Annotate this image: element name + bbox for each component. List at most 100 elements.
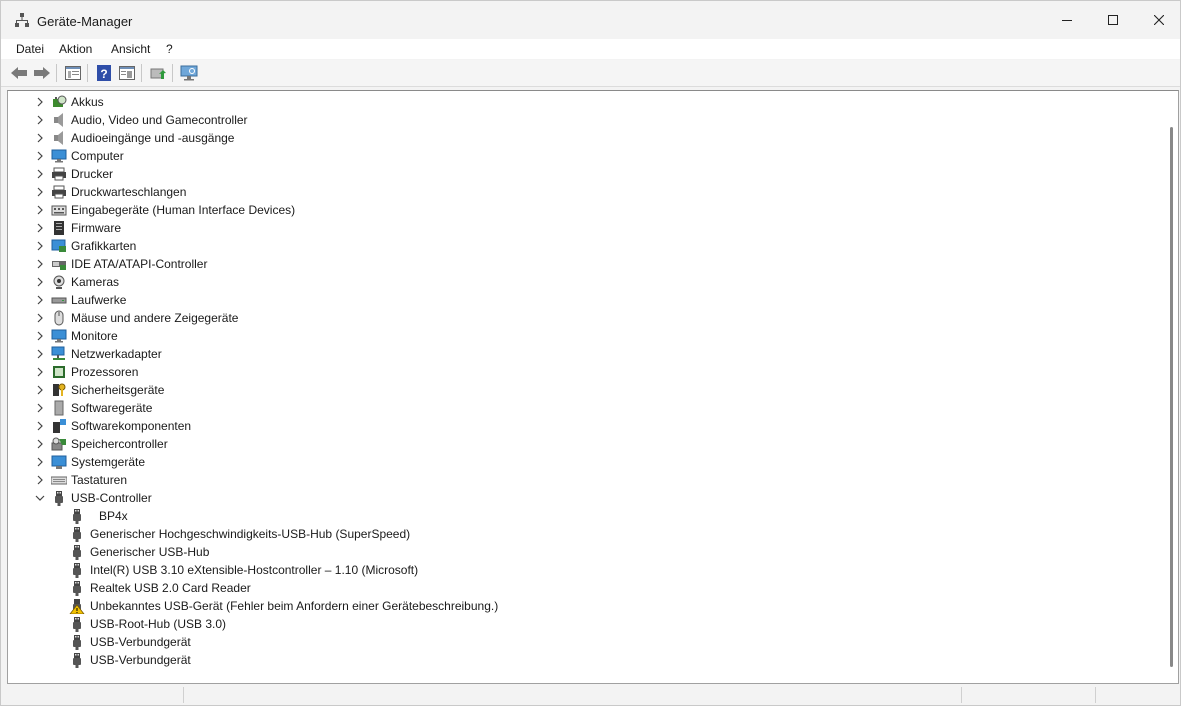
tree-category-label: Eingabegeräte (Human Interface Devices) xyxy=(71,203,296,217)
tree-device-row[interactable]: USB-Verbundgerät xyxy=(8,651,1163,669)
tree-category-label: Laufwerke xyxy=(71,293,127,307)
update-driver-icon xyxy=(150,68,166,79)
chevron-right-icon[interactable] xyxy=(33,417,47,435)
tree-device-label: BP4x xyxy=(99,509,128,523)
minimize-button[interactable] xyxy=(1044,1,1090,39)
help-button[interactable]: ? xyxy=(94,63,114,83)
device-tree[interactable]: Akkus Audio, Video und Gamecontroller Audi… xyxy=(8,93,1163,669)
menu-datei[interactable]: Datei xyxy=(16,42,44,56)
chevron-right-icon[interactable] xyxy=(33,219,47,237)
tree-device-label: Generischer USB-Hub xyxy=(90,545,210,559)
tree-device-label: Generischer Hochgeschwindigkeits-USB-Hub… xyxy=(90,527,411,541)
tree-category-row[interactable]: Audio, Video und Gamecontroller xyxy=(8,111,1163,129)
tree-category-row[interactable]: Audioeingänge und -ausgänge xyxy=(8,129,1163,147)
usb-icon xyxy=(73,563,81,578)
status-separator xyxy=(1095,687,1096,703)
tree-category-row[interactable]: Softwaregeräte xyxy=(8,399,1163,417)
chevron-right-icon[interactable] xyxy=(33,453,47,471)
chevron-right-icon[interactable] xyxy=(33,435,47,453)
drive-icon xyxy=(51,297,67,304)
tree-category-row[interactable]: Speichercontroller xyxy=(8,435,1163,453)
chevron-down-icon[interactable] xyxy=(33,489,47,507)
chevron-right-icon[interactable] xyxy=(33,111,47,129)
properties-view-button[interactable] xyxy=(63,63,83,83)
update-driver-button[interactable] xyxy=(148,63,168,83)
tree-category-row[interactable]: Computer xyxy=(8,147,1163,165)
chevron-right-icon[interactable] xyxy=(33,363,47,381)
tree-category-row[interactable]: Systemgeräte xyxy=(8,453,1163,471)
speaker-icon xyxy=(54,131,63,145)
tree-device-row[interactable]: USB-Verbundgerät xyxy=(8,633,1163,651)
forward-button[interactable] xyxy=(32,63,52,83)
tree-device-row[interactable]: Intel(R) USB 3.10 eXtensible-Hostcontrol… xyxy=(8,561,1163,579)
tree-category-row[interactable]: Grafikkarten xyxy=(8,237,1163,255)
tree-category-row[interactable]: Sicherheitsgeräte xyxy=(8,381,1163,399)
tree-category-row[interactable]: USB-Controller xyxy=(8,489,1163,507)
chevron-right-icon[interactable] xyxy=(33,291,47,309)
tree-device-row[interactable]: BP4x xyxy=(8,507,1163,525)
tree-category-label: Softwarekomponenten xyxy=(71,419,192,433)
chevron-right-icon[interactable] xyxy=(33,237,47,255)
speaker-icon xyxy=(54,113,63,127)
tree-category-label: Kameras xyxy=(71,275,120,289)
tree-category-row[interactable]: Drucker xyxy=(8,165,1163,183)
scrollbar-thumb[interactable] xyxy=(1170,127,1173,667)
tree-category-row[interactable]: Kameras xyxy=(8,273,1163,291)
tree-device-label: Unbekanntes USB-Gerät (Fehler beim Anfor… xyxy=(90,599,499,613)
maximize-button[interactable] xyxy=(1090,1,1136,39)
back-button[interactable] xyxy=(9,63,29,83)
tree-category-row[interactable]: Softwarekomponenten xyxy=(8,417,1163,435)
keyboard-icon xyxy=(51,476,67,485)
tree-category-row[interactable]: Druckwarteschlangen xyxy=(8,183,1163,201)
toolbar: ? xyxy=(1,60,1180,87)
tree-category-row[interactable]: Netzwerkadapter xyxy=(8,345,1163,363)
chevron-right-icon[interactable] xyxy=(33,471,47,489)
tree-category-row[interactable]: Monitore xyxy=(8,327,1163,345)
tree-device-row[interactable]: Realtek USB 2.0 Card Reader xyxy=(8,579,1163,597)
chevron-right-icon[interactable] xyxy=(33,183,47,201)
tree-category-row[interactable]: Mäuse und andere Zeigegeräte xyxy=(8,309,1163,327)
tree-device-row[interactable]: USB-Root-Hub (USB 3.0) xyxy=(8,615,1163,633)
device-tree-panel[interactable]: Akkus Audio, Video und Gamecontroller Audi… xyxy=(7,90,1179,684)
chevron-right-icon[interactable] xyxy=(33,93,47,111)
chevron-right-icon[interactable] xyxy=(33,147,47,165)
chevron-right-icon[interactable] xyxy=(33,165,47,183)
tree-device-row[interactable]: Unbekanntes USB-Gerät (Fehler beim Anfor… xyxy=(8,597,1163,615)
chevron-right-icon[interactable] xyxy=(33,309,47,327)
menu-aktion[interactable]: Aktion xyxy=(59,42,92,56)
chevron-right-icon[interactable] xyxy=(33,129,47,147)
tree-category-row[interactable]: IDE ATA/ATAPI-Controller xyxy=(8,255,1163,273)
tree-category-row[interactable]: Prozessoren xyxy=(8,363,1163,381)
chevron-right-icon[interactable] xyxy=(33,273,47,291)
chevron-right-icon[interactable] xyxy=(33,255,47,273)
chevron-right-icon[interactable] xyxy=(33,399,47,417)
chevron-right-icon[interactable] xyxy=(33,201,47,219)
tree-category-row[interactable]: Eingabegeräte (Human Interface Devices) xyxy=(8,201,1163,219)
tree-category-row[interactable]: Laufwerke xyxy=(8,291,1163,309)
show-hidden-button[interactable] xyxy=(117,63,137,83)
close-button[interactable] xyxy=(1136,1,1181,39)
tree-device-row[interactable]: Generischer Hochgeschwindigkeits-USB-Hub… xyxy=(8,525,1163,543)
tree-category-row[interactable]: Akkus xyxy=(8,93,1163,111)
usb-icon xyxy=(73,509,81,524)
menu-ansicht[interactable]: Ansicht xyxy=(111,42,150,56)
scan-hardware-button[interactable] xyxy=(179,63,199,83)
tree-category-label: Firmware xyxy=(71,221,121,235)
chevron-right-icon[interactable] xyxy=(33,327,47,345)
usb-icon xyxy=(55,491,63,506)
chevron-right-icon[interactable] xyxy=(33,345,47,363)
back-icon xyxy=(11,67,27,79)
vertical-scrollbar[interactable] xyxy=(1166,91,1178,683)
firmware-icon xyxy=(54,221,64,235)
status-bar xyxy=(7,685,1177,705)
tree-device-row[interactable]: Generischer USB-Hub xyxy=(8,543,1163,561)
storage-controller-icon xyxy=(51,437,66,451)
menu-help[interactable]: ? xyxy=(166,42,173,56)
title-bar[interactable]: Geräte-Manager xyxy=(1,1,1180,39)
tree-category-row[interactable]: Firmware xyxy=(8,219,1163,237)
toolbar-separator xyxy=(141,64,142,82)
tree-category-row[interactable]: Tastaturen xyxy=(8,471,1163,489)
chevron-right-icon[interactable] xyxy=(33,381,47,399)
toolbar-separator xyxy=(56,64,57,82)
battery-icon xyxy=(53,95,67,107)
